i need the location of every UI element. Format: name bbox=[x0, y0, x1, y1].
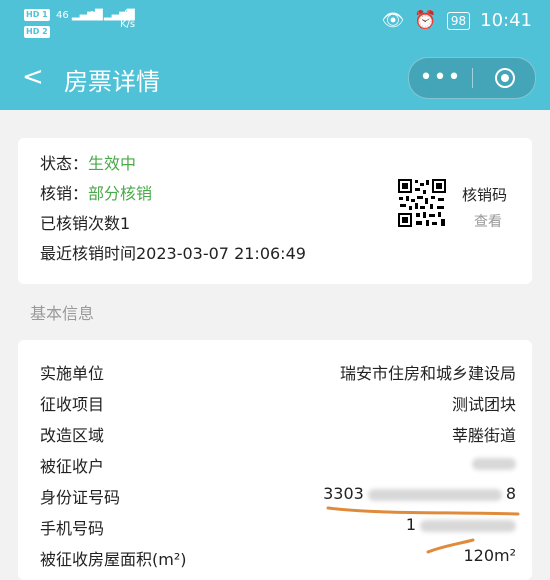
info-row-project: 征收项目 测试团块 bbox=[40, 391, 516, 417]
info-label: 被征收户 bbox=[40, 457, 105, 476]
qr-code-icon[interactable] bbox=[397, 178, 447, 228]
status-value: 生效中 bbox=[88, 154, 137, 173]
nav-bar: < 房票详情 ••• bbox=[0, 48, 550, 110]
info-label: 征收项目 bbox=[40, 395, 105, 414]
info-row-area: 改造区域 莘塍街道 bbox=[40, 422, 516, 448]
network-speed: 0 K/s bbox=[120, 8, 136, 30]
sim-indicators: HD 1 HD 2 bbox=[24, 8, 52, 38]
status-card: 状态：生效中 核销：部分核销 已核销次数1 最近核销时间2023-03-07 2… bbox=[18, 138, 532, 284]
info-value: 测试团块 bbox=[451, 395, 516, 414]
page-title: 房票详情 bbox=[64, 68, 160, 96]
back-button[interactable]: < bbox=[22, 62, 44, 92]
section-title-basic-info: 基本信息 bbox=[30, 304, 95, 323]
alarm-icon: ⏰ bbox=[414, 10, 437, 31]
info-label: 实施单位 bbox=[40, 364, 105, 383]
more-menu-button[interactable]: ••• bbox=[409, 58, 472, 98]
clock: 10:41 bbox=[480, 10, 532, 31]
verify-label: 核销： bbox=[40, 184, 89, 203]
hd2-badge: HD 2 bbox=[24, 26, 50, 38]
view-qr-link[interactable]: 查看 bbox=[474, 211, 502, 231]
basic-info-card: 实施单位 瑞安市住房和城乡建设局 征收项目 测试团块 改造区域 莘塍街道 被征收… bbox=[18, 340, 532, 580]
info-label: 被征收房屋面积(m²) bbox=[40, 550, 187, 569]
info-value-redacted bbox=[472, 453, 516, 472]
verify-value: 部分核销 bbox=[88, 184, 153, 203]
info-row-household: 被征收户 bbox=[40, 453, 516, 479]
info-row-unit: 实施单位 瑞安市住房和城乡建设局 bbox=[40, 360, 516, 386]
mini-program-capsule: ••• bbox=[408, 57, 536, 99]
qr-code-label: 核销码 bbox=[462, 186, 508, 204]
battery-indicator: 98 bbox=[446, 11, 471, 30]
verified-count: 已核销次数1 bbox=[40, 214, 131, 233]
verify-row: 核销：部分核销 bbox=[40, 180, 152, 204]
info-value: 瑞安市住房和城乡建设局 bbox=[339, 364, 516, 383]
capsule-divider bbox=[472, 68, 473, 88]
scribble-annotation bbox=[326, 506, 520, 554]
status-label: 状态： bbox=[40, 154, 89, 173]
hd1-badge: HD 1 bbox=[24, 9, 50, 21]
last-verify-time: 最近核销时间2023-03-07 21:06:49 bbox=[40, 244, 306, 263]
info-label: 手机号码 bbox=[40, 519, 105, 538]
status-row: 状态：生效中 bbox=[40, 150, 136, 174]
eye-icon: 👁 bbox=[381, 10, 405, 31]
info-label: 身份证号码 bbox=[40, 488, 121, 507]
info-label: 改造区域 bbox=[40, 426, 105, 445]
system-status-bar: HD 1 HD 2 46 ▂▄▆█ 46 ▂▄▆█ 0 K/s 👁 ⏰ 98 1… bbox=[0, 0, 550, 48]
info-value: 莘塍街道 bbox=[451, 426, 516, 445]
close-icon[interactable] bbox=[495, 68, 515, 88]
